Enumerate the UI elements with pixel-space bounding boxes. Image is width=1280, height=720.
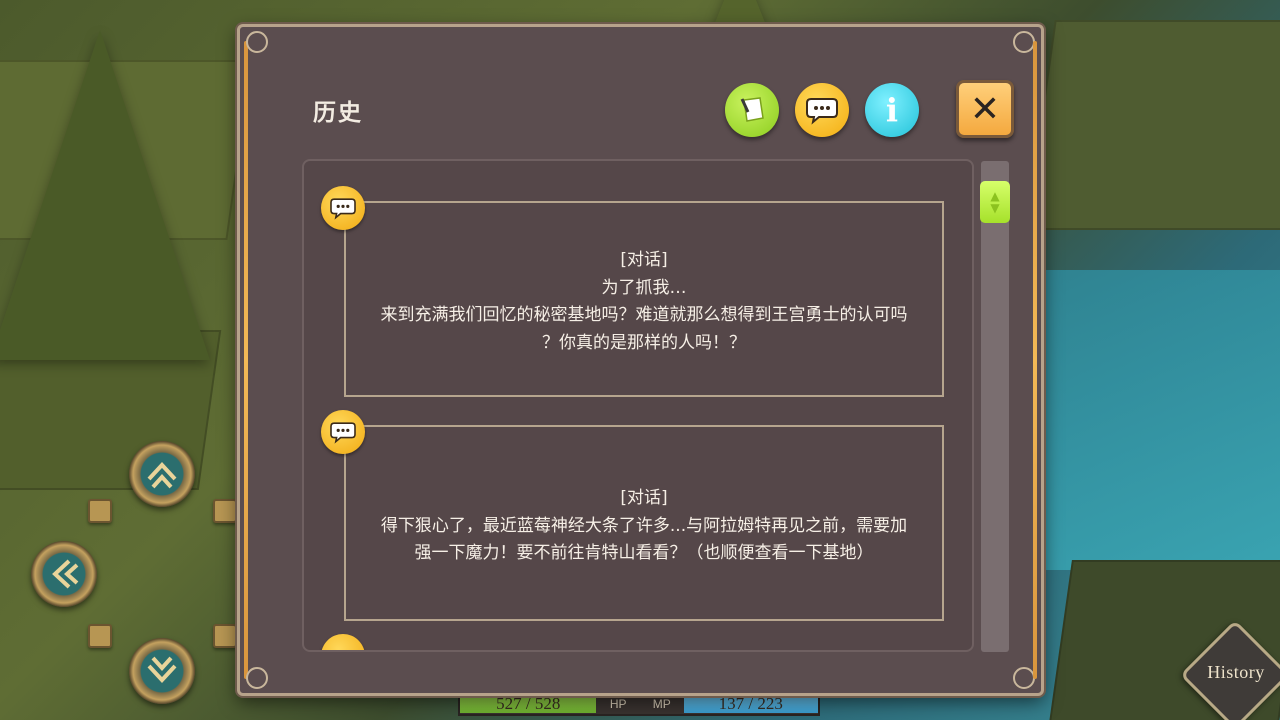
chevron-down-icon (147, 656, 177, 683)
entry-line: 得下狠心了，最近蓝莓神经大条了许多...与阿拉姆特再见之前，需要加 (380, 515, 908, 536)
dpad-diagonal-up-left[interactable] (88, 499, 112, 523)
entry-line: ？你真的是那样的人吗！？ (542, 332, 746, 353)
list-item: [对话] 得下狠心了，最近蓝莓神经大条了许多...与阿拉姆特再见之前，需要加 强… (344, 425, 944, 621)
close-button[interactable]: ✕ (956, 80, 1014, 138)
ornament-corner (246, 31, 268, 53)
speech-bubble-icon (330, 198, 356, 220)
mp-label: MP (652, 697, 671, 711)
list-item: [对话] 为了抓我… 来到充满我们回忆的秘密基地吗？难道就那么想得到王宫勇士的认… (344, 201, 944, 397)
dialogue-entry-icon (321, 634, 365, 650)
ornament-corner (1013, 667, 1035, 689)
dialogue-entry-icon (321, 186, 365, 230)
speech-bubble-icon (806, 98, 838, 125)
hp-value: 527 / 528 (496, 694, 561, 713)
dpad-up-button[interactable] (129, 441, 195, 507)
entry-tag: [对话] (620, 250, 668, 270)
dpad-diagonal-down-left[interactable] (88, 624, 112, 648)
entry-text: [对话] 得下狠心了，最近蓝莓神经大条了许多...与阿拉姆特再见之前，需要加 强… (344, 485, 944, 568)
dialogue-entry-icon (321, 410, 365, 454)
info-filter-button[interactable]: i (865, 83, 919, 137)
ornament-corner (1013, 31, 1035, 53)
note-icon (740, 97, 764, 122)
mp-value: 137 / 223 (718, 694, 783, 713)
info-icon: i (885, 91, 899, 129)
note-filter-button[interactable] (725, 83, 779, 137)
entry-line: 来到充满我们回忆的秘密基地吗？难道就那么想得到王宫勇士的认可吗 (380, 305, 908, 325)
pine-tree (0, 30, 210, 360)
dpad-down-button[interactable] (129, 638, 195, 704)
speech-bubble-icon (330, 422, 356, 444)
scrollbar-thumb[interactable]: ▲ ▼ (980, 181, 1010, 223)
history-button-label[interactable]: History (1196, 662, 1276, 683)
entry-text: [对话] 为了抓我… 来到充满我们回忆的秘密基地吗？难道就那么想得到王宫勇士的认… (344, 247, 944, 357)
scrollbar-track[interactable] (981, 161, 1009, 652)
grass-tile (1025, 20, 1280, 230)
ornament-corner (246, 667, 268, 689)
entry-line: 为了抓我… (601, 277, 687, 298)
dialog-title: 历史 (313, 100, 363, 126)
dpad-left-button[interactable] (31, 541, 97, 607)
chevron-left-icon (52, 559, 79, 589)
hp-bar: 527 / 528 (460, 694, 597, 713)
chevron-down-icon: ▼ (990, 201, 1000, 215)
entry-line: 强一下魔力！要不前往肯特山看看？（也顺便查看一下基地） (414, 543, 874, 563)
dialogue-filter-button[interactable] (795, 83, 849, 137)
mp-bar: 137 / 223 (683, 694, 818, 713)
history-dialog: 历史 i ✕ [对话] 为了抓我… 来到充满我们回忆的秘密基地吗？难道就那么想得… (237, 24, 1044, 696)
hp-label: HP (609, 697, 627, 711)
water-area (1040, 270, 1280, 570)
close-icon: ✕ (969, 88, 1001, 130)
history-log-list[interactable]: [对话] 为了抓我… 来到充满我们回忆的秘密基地吗？难道就那么想得到王宫勇士的认… (302, 159, 974, 652)
dpad-diagonal-up-right[interactable] (213, 499, 237, 523)
dpad-diagonal-down-right[interactable] (213, 624, 237, 648)
entry-tag: [对话] (620, 488, 668, 508)
chevron-up-icon (147, 462, 177, 489)
